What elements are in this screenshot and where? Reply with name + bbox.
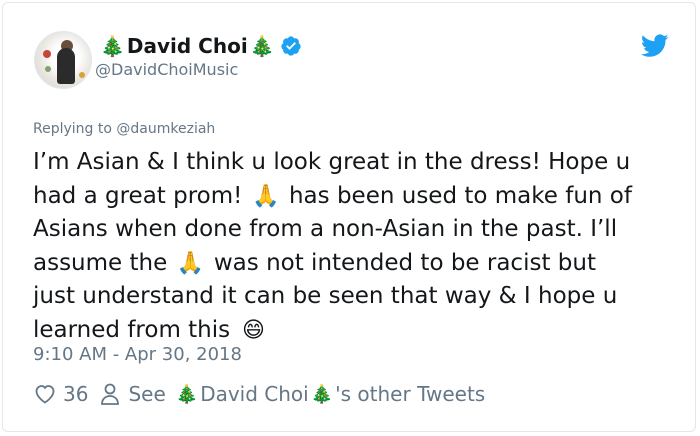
see-label[interactable]: See xyxy=(128,382,165,406)
verified-badge-icon xyxy=(280,36,301,56)
tweet-text-segment: I’m Asian & I think u look great in the … xyxy=(33,149,631,175)
christmas-tree-emoji: 🎄 xyxy=(100,34,125,58)
like-count[interactable]: 36 xyxy=(63,382,88,406)
tweet-text-line: assume the 🙏 was not intended to be raci… xyxy=(33,247,673,281)
author-name-row[interactable]: 🎄 David Choi 🎄 xyxy=(100,32,302,60)
tweet-text: I’m Asian & I think u look great in the … xyxy=(33,146,673,347)
author-handle[interactable]: @DavidChoiMusic xyxy=(95,60,238,79)
tweet-text-segment: just understand it can be seen that way … xyxy=(33,283,618,309)
christmas-tree-emoji: 🎄 xyxy=(249,34,275,58)
person-icon xyxy=(101,383,120,405)
avatar-decoration xyxy=(79,72,85,78)
tweet-text-line: just understand it can be seen that way … xyxy=(33,280,673,314)
reply-prefix: Replying to xyxy=(33,121,112,137)
tweet-actions: 36 See 🎄 David Choi 🎄 's other Tweets xyxy=(33,380,485,408)
heart-icon[interactable] xyxy=(33,382,57,406)
reply-mention-link[interactable]: @daumkeziah xyxy=(116,121,215,137)
tweet-text-segment: was not intended to be racist but xyxy=(206,249,596,276)
tweet-text-line: learned from this 😄 xyxy=(33,314,673,348)
tweet-text-line: I’m Asian & I think u look great in the … xyxy=(33,146,673,180)
tweet-text-line: Asians when done from a non-Asian in the… xyxy=(33,213,673,247)
tweet-text-segment: learned from this xyxy=(33,316,238,343)
tweet-timestamp[interactable]: 9:10 AM - Apr 30, 2018 xyxy=(33,344,242,365)
tweet-text-segment: had a great prom! xyxy=(33,182,250,209)
avatar-decoration xyxy=(43,50,51,58)
grinning-emoji: 😄 xyxy=(241,317,265,343)
avatar-figure xyxy=(57,48,75,84)
folded-hands-emoji: 🙏 xyxy=(251,183,280,209)
other-tweets-suffix[interactable]: 's other Tweets xyxy=(335,382,485,406)
christmas-tree-emoji: 🎄 xyxy=(310,383,334,405)
avatar[interactable] xyxy=(34,31,92,89)
twitter-bird-icon[interactable] xyxy=(641,34,669,58)
other-tweets-author[interactable]: David Choi xyxy=(200,382,309,406)
tweet-text-line: had a great prom! 🙏 has been used to mak… xyxy=(33,180,673,214)
christmas-tree-emoji: 🎄 xyxy=(175,383,199,405)
tweet-text-segment: Asians when done from a non-Asian in the… xyxy=(33,216,618,242)
reply-context: Replying to @daumkeziah xyxy=(33,121,215,137)
avatar-decoration xyxy=(45,66,51,72)
tweet-text-segment: has been used to make fun of xyxy=(281,182,632,209)
tweet-text-segment: assume the xyxy=(33,249,175,276)
folded-hands-emoji: 🙏 xyxy=(176,250,205,276)
author-display-name[interactable]: David Choi xyxy=(127,34,248,58)
